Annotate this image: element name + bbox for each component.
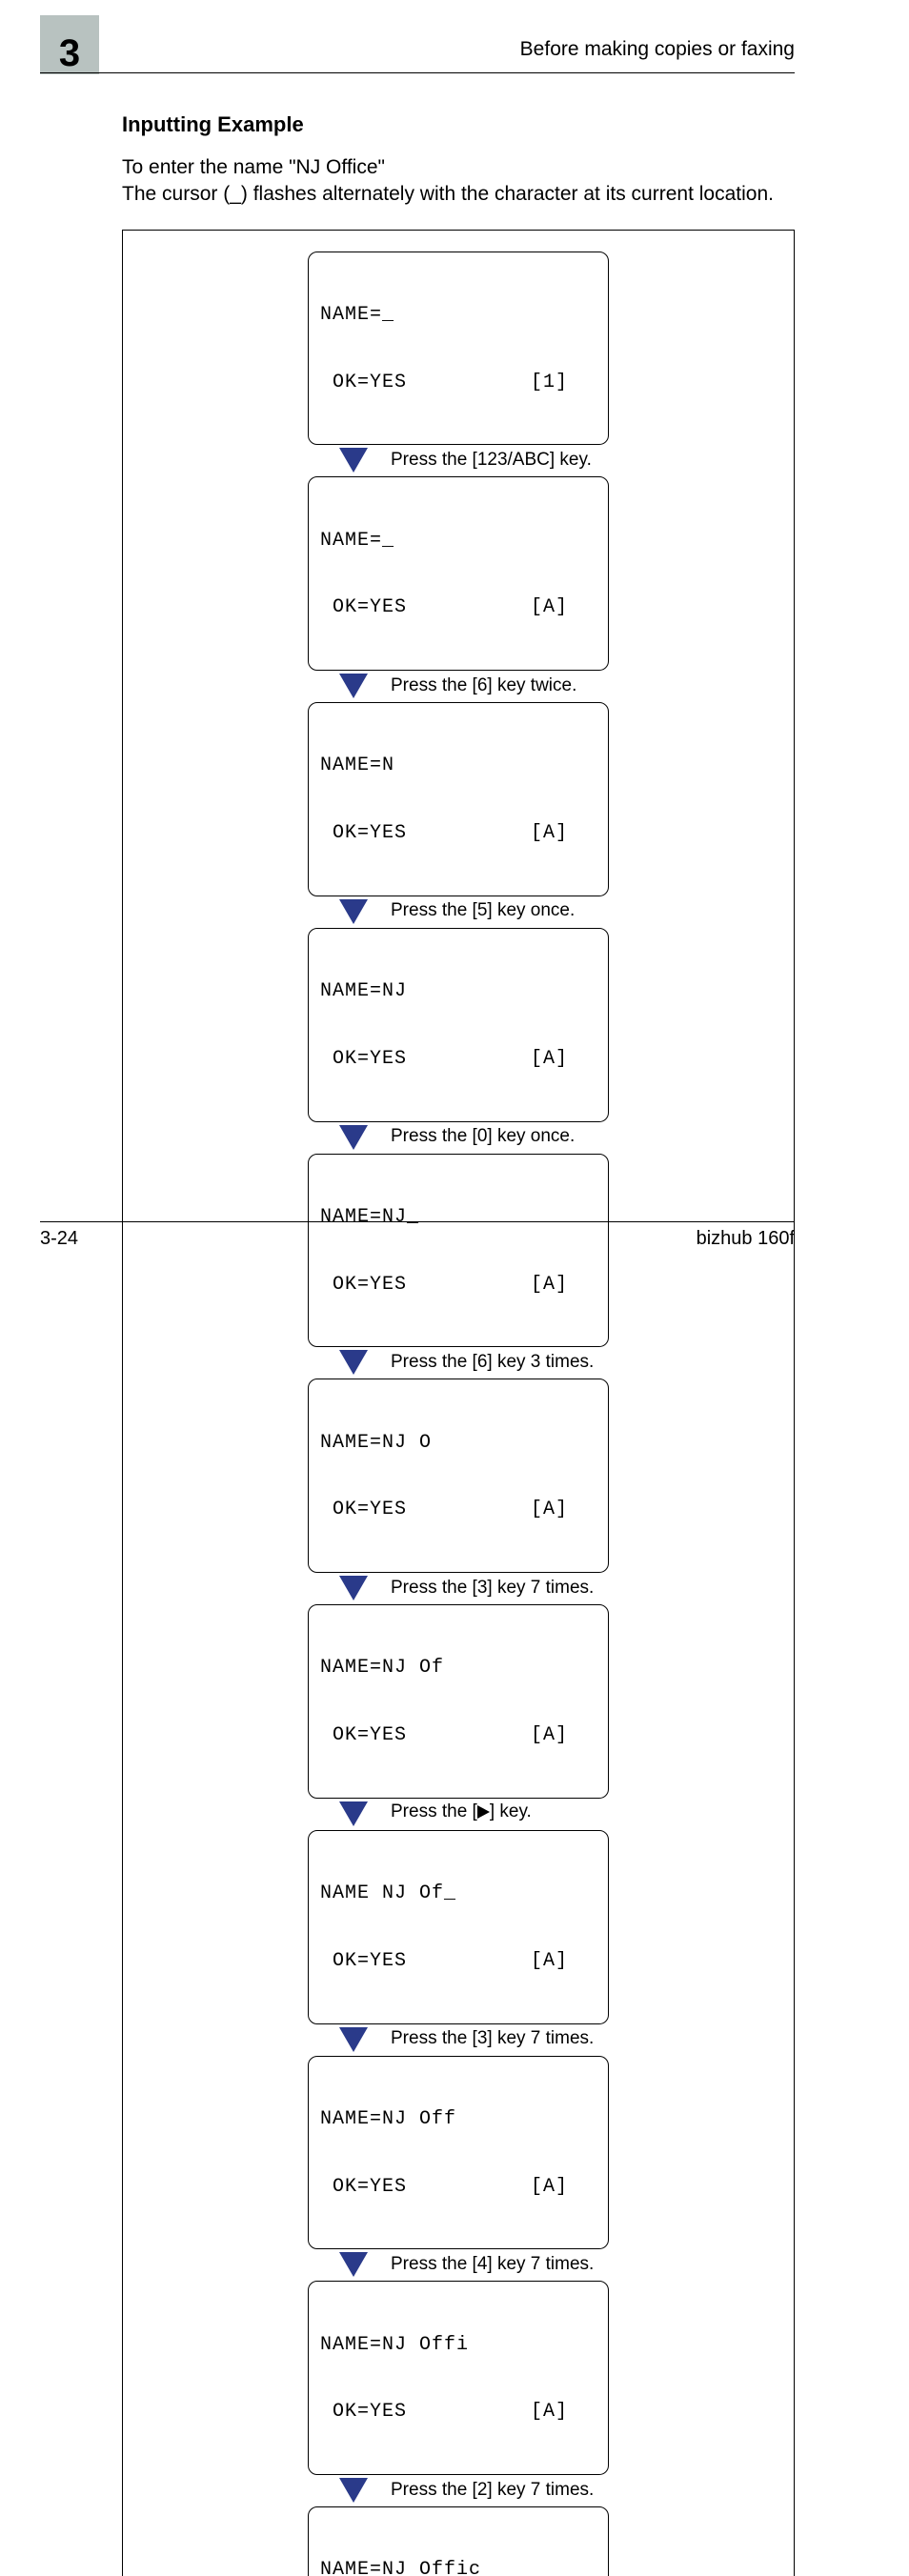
down-arrow-icon: [240, 1125, 391, 1150]
lcd-line2: OK=YES [A]: [320, 2401, 596, 2424]
page: 3 Before making copies or faxing Inputti…: [0, 0, 909, 1288]
step-caption: Press the [6] key 3 times.: [391, 1353, 677, 1373]
lcd-display: NAME=NJ_ OK=YES [A]: [308, 1154, 609, 1348]
step-caption: Press the [0] key once.: [391, 1127, 677, 1147]
lcd-line2: OK=YES [A]: [320, 1950, 596, 1973]
step-caption: Press the [5] key once.: [391, 901, 677, 921]
lcd-line1: NAME=NJ: [320, 980, 596, 1003]
lcd-line2: OK=YES [A]: [320, 1499, 596, 1521]
step-caption: Press the [3] key 7 times.: [391, 1579, 677, 1599]
flow: NAME=_ OK=YES [1] Press the [123/ABC] ke…: [134, 252, 782, 2576]
lcd-display: NAME=NJ Of OK=YES [A]: [308, 1604, 609, 1799]
step-row: Press the [3] key 7 times.: [134, 1573, 782, 1604]
down-arrow-icon: [240, 2252, 391, 2277]
lcd-display: NAME=_ OK=YES [A]: [308, 476, 609, 671]
step-row: Press the [4] key 7 times.: [134, 2249, 782, 2281]
lcd-display: NAME=NJ Offi OK=YES [A]: [308, 2281, 609, 2475]
step-caption: Press the [123/ABC] key.: [391, 451, 677, 471]
step-row: Press the [ ] key.: [134, 1799, 782, 1830]
right-triangle-icon: [477, 1804, 490, 1824]
model-name: bizhub 160f: [697, 1228, 795, 1250]
lcd-line1: NAME=_: [320, 530, 596, 553]
chapter-tab: 3: [40, 15, 99, 74]
down-arrow-icon: [240, 674, 391, 698]
lcd-line1: NAME NJ Of_: [320, 1882, 596, 1905]
step-caption: Press the [6] key twice.: [391, 676, 677, 696]
lcd-line1: NAME=NJ Offi: [320, 2334, 596, 2357]
lcd-display: NAME=_ OK=YES [1]: [308, 252, 609, 446]
down-arrow-icon: [240, 899, 391, 924]
lcd-line1: NAME=_: [320, 304, 596, 327]
step-row: Press the [6] key twice.: [134, 671, 782, 702]
step-row: Press the [6] key 3 times.: [134, 1347, 782, 1379]
lcd-line1: NAME=N: [320, 755, 596, 777]
lcd-display: NAME=NJ OK=YES [A]: [308, 928, 609, 1122]
lcd-line2: OK=YES [A]: [320, 822, 596, 845]
intro-line-1: To enter the name "NJ Office": [122, 156, 385, 178]
intro-line-2: The cursor (_) flashes alternately with …: [122, 183, 774, 205]
lcd-line2: OK=YES [A]: [320, 1048, 596, 1071]
step-caption-suffix: ] key.: [490, 1801, 532, 1821]
lcd-line2: OK=YES [A]: [320, 1274, 596, 1297]
lcd-line2: OK=YES [A]: [320, 596, 596, 619]
page-number: 3-24: [40, 1228, 78, 1250]
lcd-line1: NAME=NJ Off: [320, 2108, 596, 2131]
intro-text: To enter the name "NJ Office" The cursor…: [122, 154, 795, 209]
section-heading: Inputting Example: [122, 112, 795, 137]
content-area: Inputting Example To enter the name "NJ …: [122, 107, 795, 2576]
down-arrow-icon: [240, 1576, 391, 1600]
step-row: Press the [5] key once.: [134, 896, 782, 928]
step-caption: Press the [ ] key.: [391, 1802, 677, 1824]
lcd-display: NAME=NJ Off OK=YES [A]: [308, 2056, 609, 2250]
lcd-line1: NAME=NJ Offic: [320, 2559, 596, 2576]
down-arrow-icon: [240, 448, 391, 473]
running-header: Before making copies or faxing: [520, 38, 795, 61]
figure-box: NAME=_ OK=YES [1] Press the [123/ABC] ke…: [122, 230, 795, 2576]
lcd-display: NAME=N OK=YES [A]: [308, 702, 609, 896]
down-arrow-icon: [240, 2478, 391, 2503]
step-caption: Press the [3] key 7 times.: [391, 2029, 677, 2049]
step-caption-prefix: Press the [: [391, 1801, 477, 1821]
lcd-display: NAME=NJ Offic OK=YES [A]: [308, 2506, 609, 2576]
step-row: Press the [123/ABC] key.: [134, 445, 782, 476]
step-row: Press the [0] key once.: [134, 1122, 782, 1154]
chapter-number: 3: [59, 32, 80, 74]
down-arrow-icon: [240, 2027, 391, 2052]
down-arrow-icon: [240, 1801, 391, 1826]
footer: 3-24 bizhub 160f: [40, 1221, 795, 1250]
down-arrow-icon: [240, 1350, 391, 1375]
step-row: Press the [2] key 7 times.: [134, 2475, 782, 2506]
lcd-line2: OK=YES [A]: [320, 1724, 596, 1747]
header-rule: [40, 72, 795, 73]
step-caption: Press the [2] key 7 times.: [391, 2481, 677, 2501]
lcd-line2: OK=YES [A]: [320, 2176, 596, 2199]
lcd-display: NAME=NJ O OK=YES [A]: [308, 1379, 609, 1573]
step-caption: Press the [4] key 7 times.: [391, 2255, 677, 2275]
lcd-line1: NAME=NJ O: [320, 1432, 596, 1455]
lcd-line1: NAME=NJ Of: [320, 1657, 596, 1680]
lcd-line2: OK=YES [1]: [320, 372, 596, 394]
lcd-display: NAME NJ Of_ OK=YES [A]: [308, 1830, 609, 2024]
step-row: Press the [3] key 7 times.: [134, 2024, 782, 2056]
